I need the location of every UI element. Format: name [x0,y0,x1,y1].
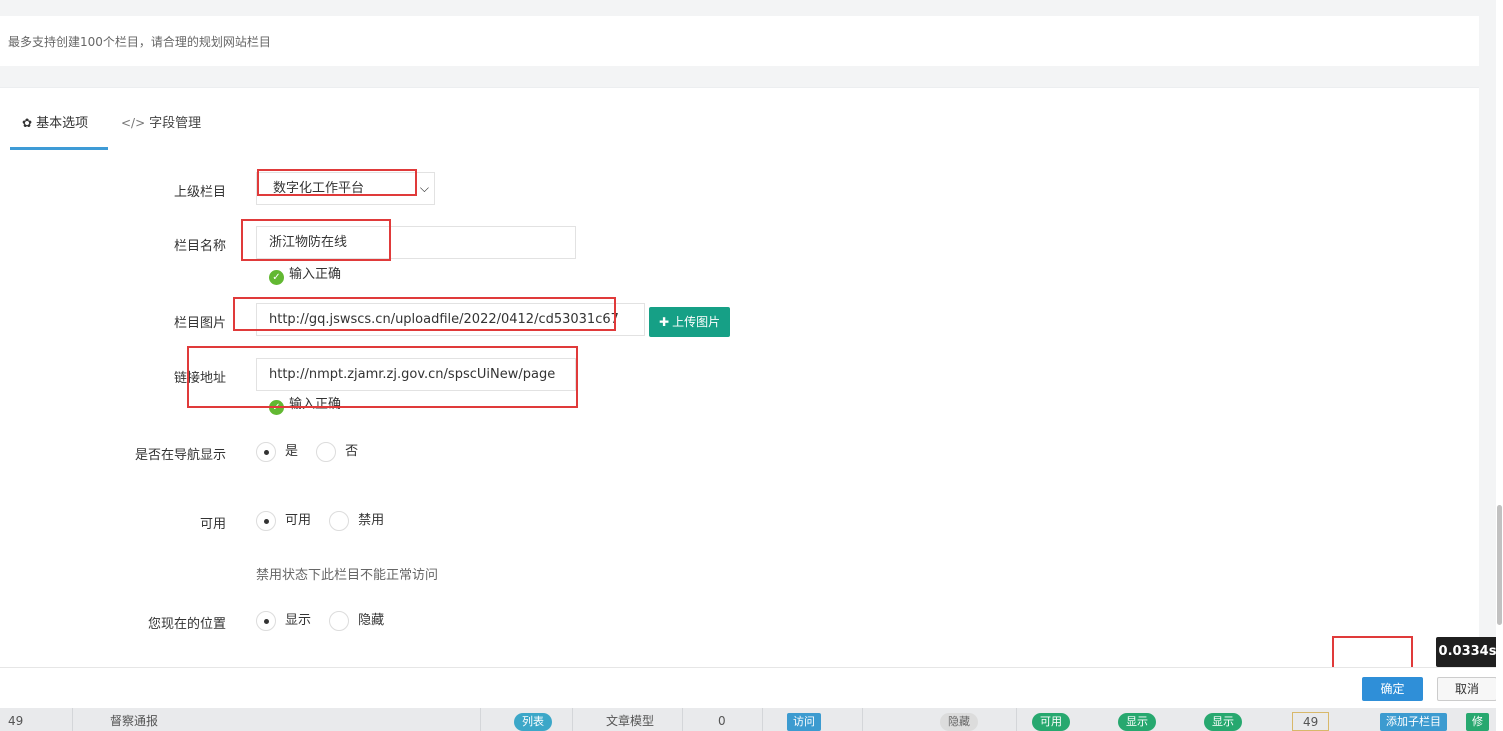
parent-label: 上级栏目 [173,185,226,200]
link-label: 链接地址 [173,371,226,386]
name-input[interactable]: 浙江物防在线 [256,226,576,259]
position-option-hide: 隐藏 [358,613,385,628]
nav-label: 是否在导航显示 [134,448,226,463]
name-label: 栏目名称 [173,239,226,254]
divider [572,708,573,731]
tab-field-label: 字段管理 [149,116,202,131]
enabled-option-off: 禁用 [358,513,385,528]
check-circle-icon: ✓ [269,400,284,415]
name-ok-text: 输入正确 [289,267,342,282]
bg-hidden-toggle[interactable]: 隐藏 [940,713,978,731]
enabled-radio-on[interactable]: 可用 [256,511,311,532]
name-ok-message: ✓ 输入正确 [269,263,341,285]
scrollbar-thumb[interactable] [1497,505,1502,625]
bg-access-button[interactable]: 访问 [787,713,821,731]
tab-basic-options[interactable]: ✿ 基本选项 [10,102,108,150]
bg-count: 0 [718,714,726,728]
bg-enabled-toggle[interactable]: 可用 [1032,713,1070,731]
image-url-input[interactable]: http://gq.jswscs.cn/uploadfile/2022/0412… [256,303,645,336]
bg-row-name: 督察通报 [110,714,159,728]
radio-checked-icon [256,611,276,631]
bg-show-toggle[interactable]: 显示 [1118,713,1156,731]
bg-type-badge: 列表 [514,713,552,731]
hint-text: 最多支持创建100个栏目，请合理的规划网站栏目 [8,35,271,49]
chevron-down-icon: ⌵ [419,181,429,195]
nav-radio-no[interactable]: 否 [316,442,358,463]
dialog-footer: 确定 取消 [0,667,1503,708]
enabled-option-on: 可用 [285,513,312,528]
divider [862,708,863,731]
code-icon: </> [121,116,146,130]
divider [72,708,73,731]
tab-basic-label: 基本选项 [36,116,89,131]
nav-radio-yes[interactable]: 是 [256,442,298,463]
plus-icon: ✚ [659,315,670,329]
divider [682,708,683,731]
divider [762,708,763,731]
position-radio-group: 显示 隐藏 [256,611,398,633]
bg-show-toggle[interactable]: 显示 [1204,713,1242,731]
image-label: 栏目图片 [173,316,226,331]
position-label: 您现在的位置 [147,617,226,632]
confirm-button[interactable]: 确定 [1362,677,1423,701]
nav-option-no: 否 [345,444,359,459]
tab-field-management[interactable]: </> 字段管理 [121,102,201,150]
check-circle-icon: ✓ [269,270,284,285]
enabled-label: 可用 [199,517,226,532]
radio-unchecked-icon [329,611,350,631]
radio-checked-icon [256,442,276,462]
parent-select-value: 数字化工作平台 [273,181,365,196]
nav-option-yes: 是 [285,444,299,459]
radio-checked-icon [256,511,276,531]
enabled-radio-off[interactable]: 禁用 [329,511,384,532]
position-radio-hide[interactable]: 隐藏 [329,611,384,632]
edit-panel: ✿ 基本选项 </> 字段管理 上级栏目 数字化工作平台 ⌵ 栏目名称 浙江物防在线… [0,87,1479,667]
enabled-note: 禁用状态下此栏目不能正常访问 [256,568,439,583]
background-table-row: 49 督察通报 列表 文章模型 0 访问 隐藏 可用 显示 显示 49 添加子栏… [0,708,1503,731]
radio-unchecked-icon [316,442,337,462]
upload-image-button[interactable]: ✚ 上传图片 [649,307,731,337]
divider [480,708,481,731]
position-option-show: 显示 [285,613,312,628]
parent-select[interactable]: 数字化工作平台 ⌵ [256,172,435,205]
gear-icon: ✿ [22,116,33,130]
link-url-input[interactable]: http://nmpt.zjamr.zj.gov.cn/spscUiNew/pa… [256,358,576,391]
radio-unchecked-icon [329,511,350,531]
enabled-radio-group: 可用 禁用 [256,511,398,533]
nav-radio-group: 是 否 [256,442,372,464]
hint-bar: 最多支持创建100个栏目，请合理的规划网站栏目 [0,16,1479,66]
load-time-badge: 0.0334s [1436,637,1499,667]
position-radio-show[interactable]: 显示 [256,611,311,632]
bg-row-id: 49 [8,714,24,728]
bg-model: 文章模型 [606,714,655,728]
bg-add-child-button[interactable]: 添加子栏目 [1380,713,1447,731]
bg-edit-button[interactable]: 修 [1466,713,1489,731]
bg-sort-input[interactable]: 49 [1292,712,1330,731]
upload-image-label: 上传图片 [672,315,721,329]
link-ok-message: ✓ 输入正确 [269,393,341,415]
divider [1016,708,1017,731]
cancel-button[interactable]: 取消 [1437,677,1497,701]
link-ok-text: 输入正确 [289,397,342,412]
